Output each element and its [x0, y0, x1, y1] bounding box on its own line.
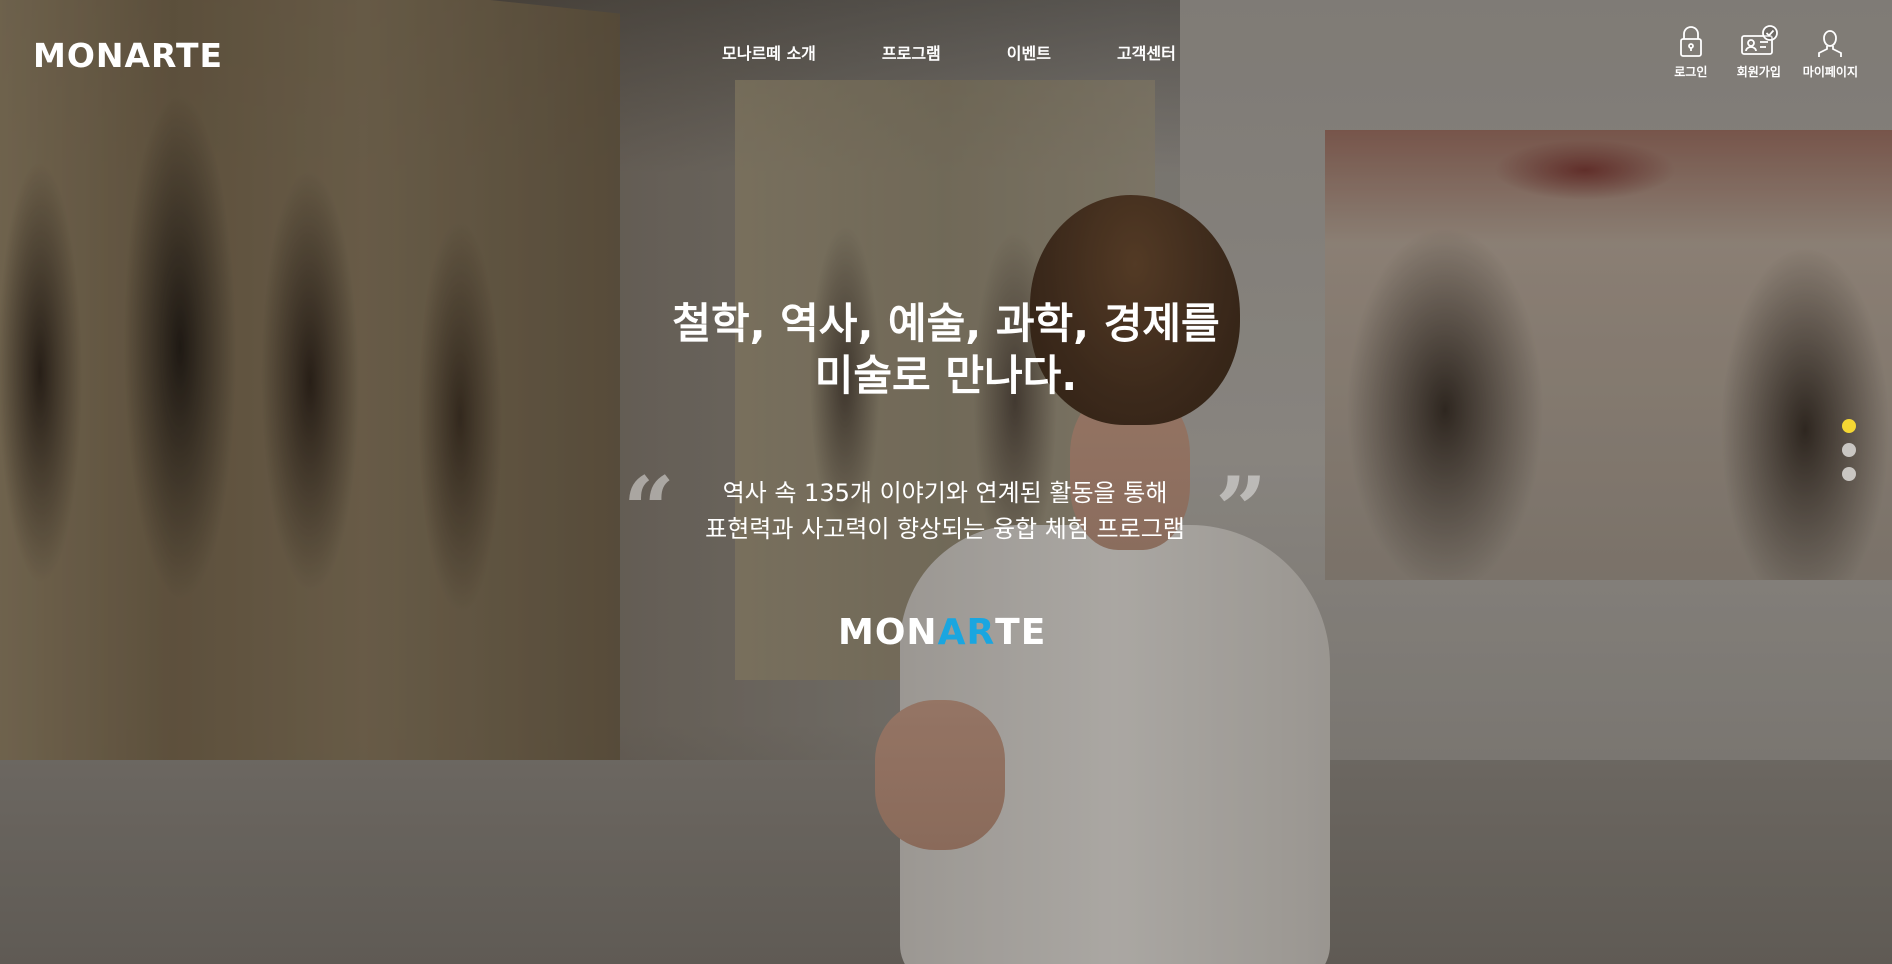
hero-logo-part-1: MON	[838, 612, 938, 653]
user-check-icon	[1740, 25, 1778, 55]
hero-logo: MON A R TE	[838, 612, 1046, 653]
signup-label: 회원가입	[1736, 65, 1781, 79]
slide-dot-3[interactable]	[1842, 467, 1856, 481]
hero-logo-part-4: TE	[995, 612, 1047, 653]
header-logo-text: MONARTE	[33, 36, 224, 75]
hero-description: 역사 속 135개 이야기와 연계된 활동을 통해 표현력과 사고력이 향상되는…	[620, 475, 1270, 547]
nav-item-event[interactable]: 이벤트	[1007, 40, 1051, 64]
main-nav: 모나르떼 소개 프로그램 이벤트 고객센터	[722, 40, 1176, 64]
signup-button[interactable]: 회원가입	[1735, 24, 1783, 80]
slide-dot-1[interactable]	[1842, 419, 1856, 433]
nav-item-about[interactable]: 모나르떼 소개	[722, 40, 816, 64]
nav-item-support[interactable]: 고객센터	[1117, 40, 1176, 64]
hero-headline: 철학, 역사, 예술, 과학, 경제를 미술로 만나다.	[0, 298, 1892, 402]
header-logo[interactable]: MONARTE	[33, 36, 223, 75]
slide-pager	[1842, 419, 1856, 481]
person-icon	[1818, 30, 1843, 57]
hero-logo-part-3: R	[966, 612, 996, 653]
login-label: 로그인	[1674, 65, 1708, 79]
quote-close-icon: ”	[1215, 457, 1267, 563]
lock-icon	[1679, 26, 1702, 57]
hero-description-line2: 표현력과 사고력이 향상되는 융합 체험 프로그램	[705, 515, 1185, 543]
mypage-label: 마이페이지	[1802, 65, 1858, 79]
login-button[interactable]: 로그인	[1667, 24, 1715, 80]
nav-item-program[interactable]: 프로그램	[882, 40, 941, 64]
slide-dot-2[interactable]	[1842, 443, 1856, 457]
hero-quote: “ 역사 속 135개 이야기와 연계된 활동을 통해 표현력과 사고력이 향상…	[620, 465, 1270, 555]
mypage-button[interactable]: 마이페이지	[1803, 24, 1858, 80]
hero-headline-line2: 미술로 만나다.	[814, 351, 1078, 400]
hero-headline-line1: 철학, 역사, 예술, 과학, 경제를	[672, 299, 1220, 348]
site-header: MONARTE 모나르떼 소개 프로그램 이벤트 고객센터 로그인 회원가입 마…	[0, 0, 1892, 95]
hero-logo-part-2: A	[937, 612, 967, 653]
hero-description-line1: 역사 속 135개 이야기와 연계된 활동을 통해	[722, 479, 1168, 507]
utility-menu: 로그인 회원가입 마이페이지	[1667, 24, 1858, 80]
